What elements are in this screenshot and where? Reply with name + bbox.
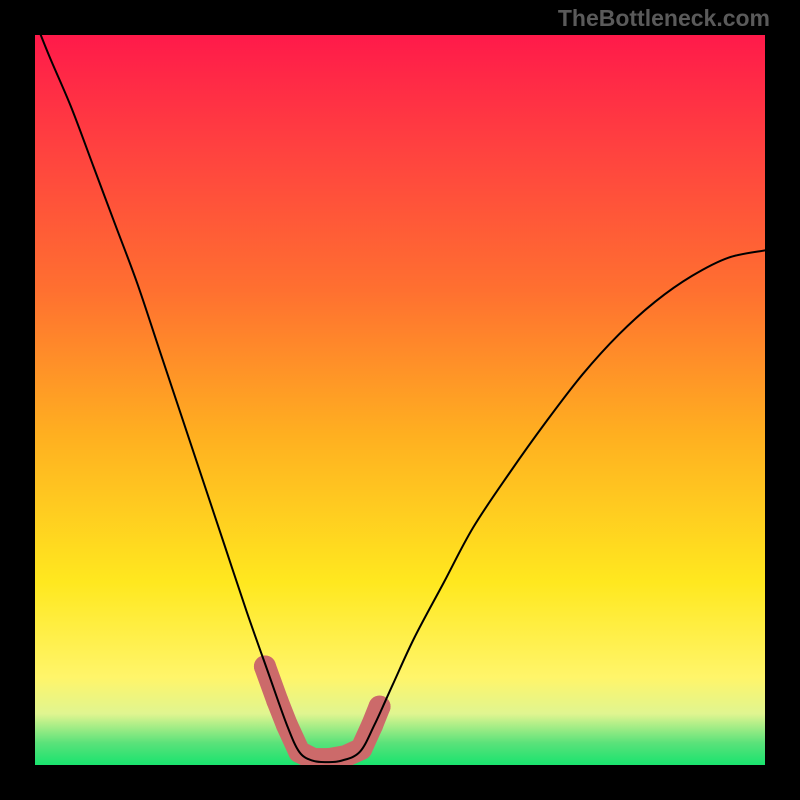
watermark-text: TheBottleneck.com [558,5,770,32]
curve-layer [0,0,800,800]
markers-group [254,655,391,770]
bottleneck-curve-path [35,20,765,762]
chart-frame: TheBottleneck.com [0,0,800,800]
